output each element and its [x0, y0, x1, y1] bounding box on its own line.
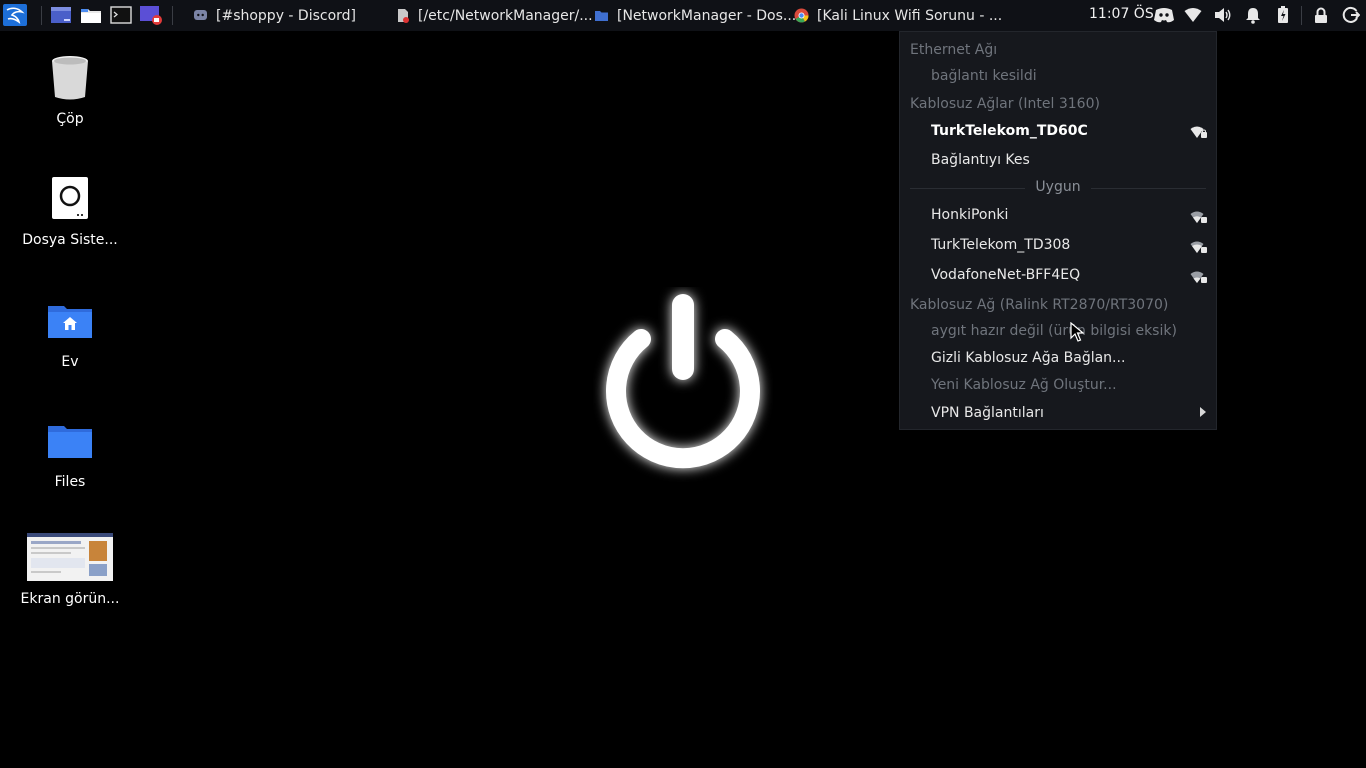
hidden-network-item[interactable]: Gizli Kablosuz Ağa Bağlan...: [931, 350, 1125, 366]
task-chrome[interactable]: [Kali Linux Wifi Sorunu - ...: [794, 0, 1002, 31]
ethernet-status: bağlantı kesildi: [931, 68, 1037, 84]
terminal-icon[interactable]: [109, 4, 133, 26]
trash-icon: [46, 53, 94, 101]
wifi-signal-icon: [1190, 126, 1207, 138]
network-menu: Ethernet Ağı bağlantı kesildi Kablosuz A…: [899, 31, 1217, 430]
wifi-signal-icon: [1190, 241, 1207, 253]
volume-icon[interactable]: [1213, 5, 1233, 25]
wifi-signal-icon: [1190, 211, 1207, 223]
kali-menu-icon[interactable]: [3, 4, 27, 26]
file-manager-icon[interactable]: [79, 4, 103, 26]
home-folder-icon: [46, 296, 94, 344]
task-file-manager[interactable]: [NetworkManager - Dos...: [594, 0, 796, 31]
task-text-editor[interactable]: [/etc/NetworkManager/...: [395, 0, 593, 31]
desktop-icon-label: Ekran görün...: [20, 591, 120, 607]
desktop-icon-label: Ev: [61, 354, 79, 370]
wireless2-header: Kablosuz Ağ (Ralink RT2870/RT3070): [910, 297, 1169, 313]
notifications-icon[interactable]: [1243, 5, 1263, 25]
chrome-icon: [794, 8, 809, 23]
wireless2-status: aygıt hazır değil (ürün bilgisi eksik): [931, 323, 1177, 339]
text-editor-icon: [395, 8, 410, 23]
desktop-icon-screenshot[interactable]: Ekran görün...: [10, 533, 130, 607]
screen-recorder-icon[interactable]: [139, 4, 163, 26]
clock[interactable]: 11:07 ÖS: [1089, 6, 1154, 22]
discord-tray-icon[interactable]: [1153, 5, 1175, 25]
discord-icon: [193, 8, 208, 23]
disconnect-item[interactable]: Bağlantıyı Kes: [931, 152, 1030, 168]
drive-icon: [46, 174, 94, 222]
wireless-header: Kablosuz Ağlar (Intel 3160): [910, 96, 1100, 112]
folder-icon: [46, 416, 94, 464]
desktop-icon-label: Files: [54, 474, 86, 490]
lock-screen-icon[interactable]: [1311, 5, 1331, 25]
connected-network[interactable]: TurkTelekom_TD60C: [931, 123, 1088, 139]
desktop-icon-files[interactable]: Files: [10, 416, 130, 490]
vpn-connections-item[interactable]: VPN Bağlantıları: [931, 405, 1044, 421]
top-panel: [#shoppy - Discord] [/etc/NetworkManager…: [0, 0, 1366, 31]
desktop-icon-label: Dosya Siste...: [22, 232, 118, 248]
task-label: [#shoppy - Discord]: [216, 7, 357, 24]
wifi-signal-icon: [1190, 271, 1207, 283]
network-item-honkiponki[interactable]: HonkiPonki: [931, 207, 1008, 223]
ethernet-header: Ethernet Ağı: [910, 42, 998, 58]
screenshot-thumbnail-icon: [27, 533, 113, 581]
desktop-icon-home[interactable]: Ev: [10, 296, 130, 370]
power-logo: [593, 287, 773, 482]
available-label: Uygun: [900, 179, 1216, 195]
desktop-icon-trash[interactable]: Çöp: [10, 53, 130, 127]
task-discord[interactable]: [#shoppy - Discord]: [193, 0, 356, 31]
task-label: [Kali Linux Wifi Sorunu - ...: [817, 7, 1003, 24]
wifi-tray-icon[interactable]: [1183, 5, 1203, 25]
create-network-item: Yeni Kablosuz Ağ Oluştur...: [931, 377, 1117, 393]
show-desktop-icon[interactable]: [49, 4, 73, 26]
battery-icon[interactable]: [1273, 5, 1293, 25]
task-label: [NetworkManager - Dos...: [617, 7, 797, 24]
network-item-vodafone[interactable]: VodafoneNet-BFF4EQ: [931, 267, 1080, 283]
folder-icon: [594, 8, 609, 23]
logout-icon[interactable]: [1341, 5, 1361, 25]
desktop-icon-label: Çöp: [56, 111, 84, 127]
desktop-icon-filesystem[interactable]: Dosya Siste...: [10, 174, 130, 248]
submenu-arrow-icon: [1200, 407, 1206, 417]
task-label: [/etc/NetworkManager/...: [418, 7, 593, 24]
mouse-pointer-icon: [1070, 322, 1084, 342]
network-item-td308[interactable]: TurkTelekom_TD308: [931, 237, 1070, 253]
